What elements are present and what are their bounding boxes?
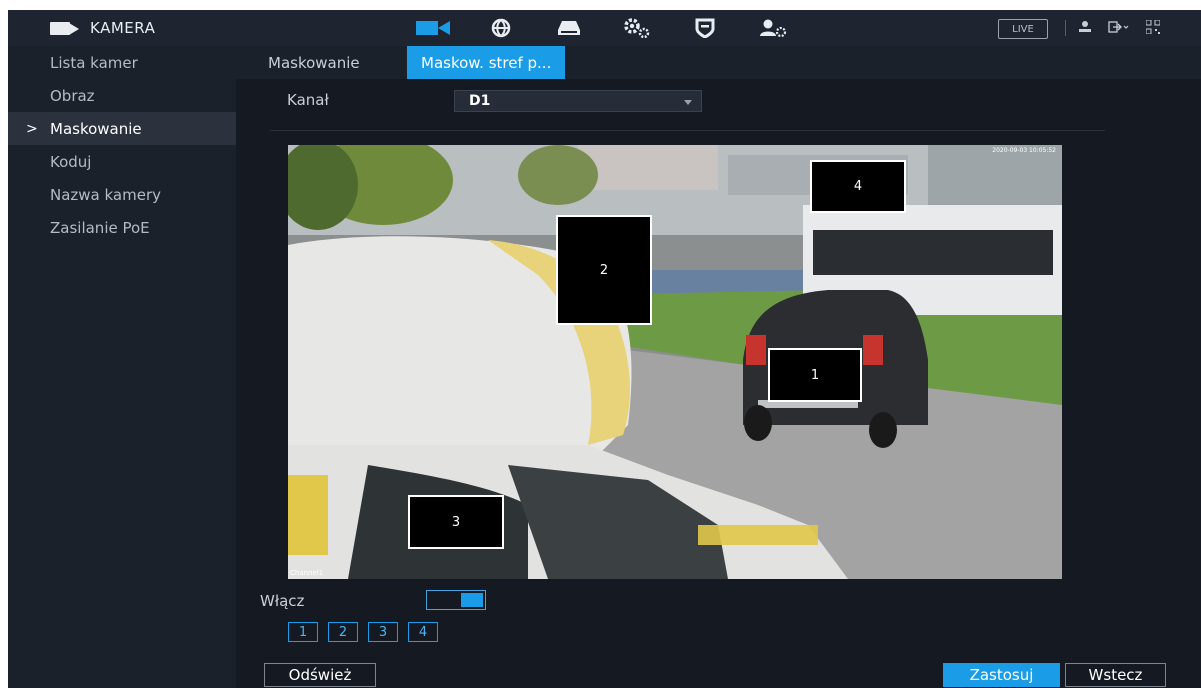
chevron-down-icon — [684, 100, 692, 105]
camera-icon — [50, 21, 80, 35]
top-bar: KAMERA LIVE — [8, 10, 1201, 46]
sidebar-item-label: Lista kamer — [50, 53, 138, 72]
qr-icon[interactable] — [1145, 19, 1161, 38]
account-icon[interactable] — [753, 10, 793, 46]
zone-button-3[interactable]: 3 — [368, 622, 398, 642]
user-icon[interactable] — [1078, 19, 1092, 38]
app-title: KAMERA — [50, 10, 155, 46]
mask-number: 3 — [451, 514, 461, 530]
sidebar-item-label: Nazwa kamery — [50, 185, 162, 204]
tab-maskowanie[interactable]: Maskowanie — [254, 46, 374, 79]
apply-button[interactable]: Zastosuj — [943, 663, 1060, 687]
mask-number: 1 — [810, 367, 820, 383]
privacy-mask-4[interactable]: 4 — [810, 160, 906, 213]
top-right-icons — [1078, 10, 1161, 46]
sidebar-item-zasilanie-poe[interactable]: Zasilanie PoE — [8, 211, 236, 244]
sidebar-item-label: Zasilanie PoE — [50, 218, 150, 237]
channel-value: D1 — [469, 93, 491, 109]
security-icon[interactable] — [685, 10, 725, 46]
back-button[interactable]: Wstecz — [1065, 663, 1166, 687]
zone-button-4[interactable]: 4 — [408, 622, 438, 642]
top-nav — [413, 10, 793, 46]
tab-bar: Maskowanie Maskow. stref p... — [236, 46, 1201, 79]
sidebar-item-label: Maskowanie — [50, 119, 142, 138]
app-window: KAMERA LIVE Lista kamer Obraz > Maskowan… — [8, 10, 1201, 688]
sidebar-item-nazwa-kamery[interactable]: Nazwa kamery — [8, 178, 236, 211]
mask-number: 4 — [853, 179, 863, 194]
storage-icon[interactable] — [549, 10, 589, 46]
camera-icon[interactable] — [413, 10, 453, 46]
logout-icon[interactable] — [1108, 19, 1130, 38]
channel-overlay-label: Channel1 — [290, 569, 324, 577]
tab-privacy-zones[interactable]: Maskow. stref p... — [407, 46, 566, 79]
timestamp-overlay: 2020-09-03 10:05:52 — [992, 147, 1056, 154]
privacy-mask-1[interactable]: 1 — [768, 348, 862, 402]
divider — [270, 130, 1105, 131]
camera-scene — [288, 145, 1062, 579]
zone-button-1[interactable]: 1 — [288, 622, 318, 642]
enable-toggle[interactable] — [426, 590, 486, 610]
mask-number: 2 — [599, 262, 609, 278]
zone-button-2[interactable]: 2 — [328, 622, 358, 642]
channel-select[interactable]: D1 — [454, 90, 702, 112]
zone-buttons: 1 2 3 4 — [288, 622, 438, 642]
sidebar-item-lista-kamer[interactable]: Lista kamer — [8, 46, 236, 79]
privacy-mask-3[interactable]: 3 — [408, 495, 504, 549]
sidebar-item-label: Obraz — [50, 86, 95, 105]
sidebar: Lista kamer Obraz > Maskowanie Koduj Naz… — [8, 46, 236, 688]
enable-label: Włącz — [260, 592, 305, 610]
toggle-knob — [461, 593, 483, 607]
live-button[interactable]: LIVE — [998, 19, 1048, 39]
sidebar-item-koduj[interactable]: Koduj — [8, 145, 236, 178]
settings-icon[interactable] — [617, 10, 657, 46]
network-icon[interactable] — [481, 10, 521, 46]
topbar-divider — [1065, 20, 1066, 36]
sidebar-item-maskowanie[interactable]: > Maskowanie — [8, 112, 236, 145]
app-title-text: KAMERA — [90, 19, 156, 37]
sidebar-item-obraz[interactable]: Obraz — [8, 79, 236, 112]
chevron-right-icon: > — [26, 120, 38, 137]
sidebar-item-label: Koduj — [50, 152, 92, 171]
refresh-button[interactable]: Odśwież — [264, 663, 376, 687]
video-preview[interactable]: 1 2 3 4 Channel1 2020-09-03 10:05:52 — [288, 145, 1062, 579]
channel-label: Kanał — [287, 91, 329, 109]
privacy-mask-2[interactable]: 2 — [556, 215, 652, 325]
